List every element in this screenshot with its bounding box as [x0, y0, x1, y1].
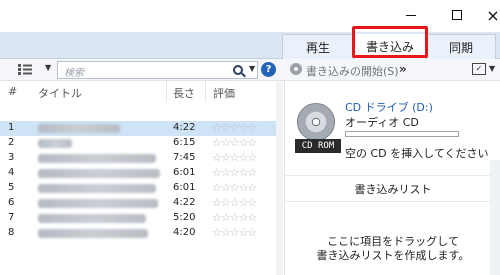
rating-stars[interactable]: ☆☆☆☆☆ — [212, 181, 257, 194]
capacity-bar — [345, 131, 459, 137]
column-divider[interactable] — [205, 81, 206, 102]
track-title-blurred — [38, 214, 146, 223]
rating-stars[interactable]: ☆☆☆☆☆ — [212, 226, 257, 239]
track-title-blurred — [38, 199, 158, 208]
track-number: 6 — [8, 197, 15, 208]
drive-link[interactable]: CD ドライブ (D:) — [345, 99, 433, 115]
drag-hint-line-1: ここに項目をドラッグして — [327, 235, 459, 248]
rating-stars[interactable]: ☆☆☆☆☆ — [212, 211, 257, 224]
search-icon[interactable] — [233, 65, 243, 75]
track-length: 6:01 — [173, 182, 196, 193]
search-dropdown-icon[interactable]: ▼ — [249, 64, 255, 73]
track-number: 8 — [8, 227, 15, 238]
column-rating[interactable]: 評価 — [213, 85, 235, 101]
divider — [285, 175, 500, 176]
disc-type: オーディオ CD — [345, 116, 419, 129]
rating-stars[interactable]: ☆☆☆☆☆ — [212, 166, 257, 179]
close-button[interactable]: × — [470, 0, 500, 30]
column-length[interactable]: 長さ — [173, 85, 195, 101]
table-row[interactable]: 8 4:20 ☆☆☆☆☆ — [0, 226, 283, 241]
toolbar: ▼ 検索 ▼ ? 書き込みの開始(S) » ✓ ▼ — [0, 59, 500, 81]
disc-burn-icon — [290, 63, 302, 75]
table-row[interactable]: 6 4:22 ☆☆☆☆☆ — [0, 196, 283, 211]
drag-hint: ここに項目をドラッグして 書き込みリストを作成します。 — [285, 235, 500, 263]
track-length: 4:20 — [173, 227, 196, 238]
track-list: # タイトル 長さ 評価 1 4:22 ☆☆☆☆☆ 2 6:15 ☆☆☆☆☆ 3… — [0, 81, 283, 275]
cd-disc-icon — [297, 103, 335, 141]
table-row[interactable]: 1 4:22 ☆☆☆☆☆ — [0, 121, 283, 136]
rating-stars[interactable]: ☆☆☆☆☆ — [212, 136, 257, 149]
column-number[interactable]: # — [8, 85, 17, 98]
cd-rom-label: CD ROM — [295, 139, 341, 153]
burn-pane: CD ROM CD ドライブ (D:) オーディオ CD 空の CD を挿入して… — [284, 81, 500, 275]
close-icon: × — [486, 5, 500, 25]
insert-disc-prompt: 空の CD を挿入してください — [345, 147, 489, 160]
rating-stars[interactable]: ☆☆☆☆☆ — [212, 196, 257, 209]
track-number: 7 — [8, 212, 15, 223]
burn-tab-highlight — [352, 26, 428, 58]
list-options-icon[interactable]: ✓ — [472, 63, 486, 75]
search-placeholder: 検索 — [64, 68, 84, 79]
track-length: 7:45 — [173, 152, 196, 163]
maximize-icon — [452, 10, 462, 20]
track-number: 1 — [8, 122, 15, 133]
pane-scrollbar[interactable] — [490, 160, 500, 275]
more-options-icon[interactable]: » — [399, 62, 407, 76]
track-title-blurred — [38, 169, 160, 178]
track-length: 6:01 — [173, 167, 196, 178]
track-title-blurred — [38, 154, 156, 163]
tab-sync[interactable]: 同期 — [426, 34, 496, 59]
track-length: 5:20 — [173, 212, 196, 223]
table-row[interactable]: 3 7:45 ☆☆☆☆☆ — [0, 151, 283, 166]
table-row[interactable]: 4 6:01 ☆☆☆☆☆ — [0, 166, 283, 181]
view-options-icon[interactable] — [18, 63, 32, 76]
track-title-blurred — [38, 229, 148, 238]
drag-hint-line-2: 書き込みリストを作成します。 — [316, 249, 470, 262]
track-number: 3 — [8, 152, 15, 163]
rating-stars[interactable]: ☆☆☆☆☆ — [212, 121, 257, 134]
list-scrollbar[interactable] — [276, 81, 283, 275]
divider — [285, 201, 500, 202]
track-number: 2 — [8, 137, 15, 148]
track-title-blurred — [38, 184, 156, 193]
burn-list-title: 書き込みリスト — [354, 183, 432, 196]
list-options-dropdown-icon[interactable]: ▼ — [489, 64, 495, 73]
column-divider[interactable] — [166, 81, 167, 102]
table-row[interactable]: 7 5:20 ☆☆☆☆☆ — [0, 211, 283, 226]
track-length: 6:15 — [173, 137, 196, 148]
track-title-blurred — [38, 124, 120, 133]
track-number: 5 — [8, 182, 15, 193]
table-row[interactable]: 2 6:15 ☆☆☆☆☆ — [0, 136, 283, 151]
track-number: 4 — [8, 167, 15, 178]
table-row[interactable]: 5 6:01 ☆☆☆☆☆ — [0, 181, 283, 196]
track-title-blurred — [38, 139, 72, 148]
view-dropdown-icon[interactable]: ▼ — [45, 63, 51, 72]
track-length: 4:22 — [173, 122, 196, 133]
search-box[interactable]: 検索 — [57, 61, 258, 79]
tab-play[interactable]: 再生 — [282, 34, 354, 59]
rating-stars[interactable]: ☆☆☆☆☆ — [212, 151, 257, 164]
help-icon[interactable]: ? — [261, 62, 276, 77]
column-title[interactable]: タイトル — [38, 85, 82, 101]
start-burn-button[interactable]: 書き込みの開始(S) — [306, 63, 399, 79]
minimize-icon — [406, 14, 416, 16]
track-length: 4:22 — [173, 197, 196, 208]
